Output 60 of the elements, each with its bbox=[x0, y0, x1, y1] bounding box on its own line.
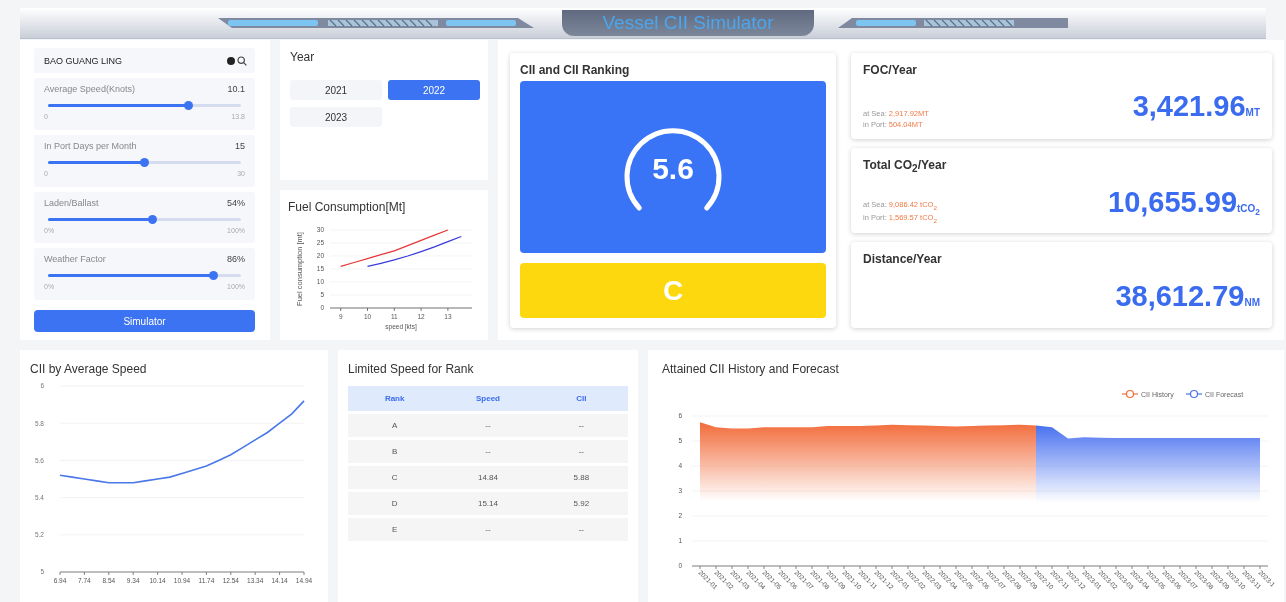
column-header: Speed bbox=[475, 394, 501, 403]
table-cell-text: D bbox=[390, 499, 399, 508]
page-title: Vessel CII Simulator bbox=[562, 10, 814, 36]
clear-icon[interactable] bbox=[227, 56, 235, 65]
slider-thumb[interactable] bbox=[184, 101, 194, 110]
slider-thumb[interactable] bbox=[147, 214, 157, 224]
slider-reading: 15 bbox=[235, 140, 245, 151]
table-cell-text: -- bbox=[484, 421, 492, 430]
stat-unit: NM bbox=[1244, 296, 1260, 308]
legend-line-icon bbox=[1185, 389, 1203, 399]
stat-unit: MT bbox=[1245, 107, 1260, 119]
cii-value: 5.6 bbox=[652, 152, 694, 186]
stat-value: 10,655.99 bbox=[1108, 186, 1237, 219]
slider-track[interactable] bbox=[48, 160, 241, 164]
slider-track[interactable] bbox=[48, 104, 241, 107]
search-icon[interactable] bbox=[237, 55, 247, 66]
table-cell-text: -- bbox=[577, 447, 585, 456]
column-header: CII bbox=[575, 394, 588, 403]
table-cell-text: 15.14 bbox=[476, 499, 499, 508]
card-title: CII and CII Ranking bbox=[520, 63, 631, 77]
card-title: Total CO$_{2}$/Year bbox=[863, 157, 948, 175]
table-cell-text: B bbox=[391, 447, 399, 456]
slider-thumb[interactable] bbox=[209, 271, 219, 281]
slider-label: Laden/Ballast bbox=[44, 197, 99, 208]
slider-reading: 86% bbox=[227, 254, 245, 265]
panel-title: Year bbox=[290, 50, 316, 64]
slider-thumb[interactable] bbox=[140, 157, 149, 167]
slider-reading: 10.1 bbox=[227, 84, 245, 94]
year-option[interactable]: 2022 bbox=[388, 80, 480, 100]
vessel-search-field[interactable]: BAO GUANG LING bbox=[34, 48, 255, 73]
table-cell-text: E bbox=[391, 525, 399, 534]
year-option[interactable]: 2023 bbox=[290, 107, 382, 127]
stat-value: 3,421.96 bbox=[1132, 90, 1246, 123]
table-cell-text: -- bbox=[577, 525, 585, 534]
table-cell-text: 5.92 bbox=[572, 499, 591, 508]
panel-title: Fuel Consumption[Mt] bbox=[288, 200, 407, 214]
year-option[interactable]: 2021 bbox=[290, 80, 382, 100]
table-cell-text: C bbox=[390, 473, 399, 482]
simulator-button[interactable]: Simulator bbox=[34, 310, 255, 332]
column-header: Rank bbox=[383, 394, 406, 403]
table-cell-text: 5.88 bbox=[572, 473, 591, 482]
legend-line-icon bbox=[1121, 389, 1139, 399]
stat-unit: tCO$_{2}$ bbox=[1237, 203, 1260, 215]
stat-value: 38,612.79 bbox=[1115, 279, 1245, 312]
panel-title: Attained CII History and Forecast bbox=[662, 362, 840, 376]
card-title: FOC/Year bbox=[863, 63, 919, 77]
slider-track[interactable] bbox=[48, 217, 241, 221]
slider-label: Weather Factor bbox=[44, 254, 106, 265]
slider-label: Average Speed(Knots) bbox=[44, 84, 135, 94]
slider-label: In Port Days per Month bbox=[44, 140, 137, 151]
card-title: Distance/Year bbox=[863, 252, 943, 267]
table-cell-text: -- bbox=[484, 447, 492, 456]
table-cell-text: A bbox=[391, 421, 399, 430]
slider-reading: 54% bbox=[227, 197, 245, 208]
panel-title: CII by Average Speed bbox=[30, 362, 148, 376]
cii-rank: C bbox=[520, 263, 826, 318]
table-cell-text: 14.84 bbox=[476, 473, 499, 482]
table-cell-text: -- bbox=[484, 525, 492, 534]
table-cell-text: -- bbox=[577, 421, 585, 430]
panel-title: Limited Speed for Rank bbox=[348, 362, 475, 376]
